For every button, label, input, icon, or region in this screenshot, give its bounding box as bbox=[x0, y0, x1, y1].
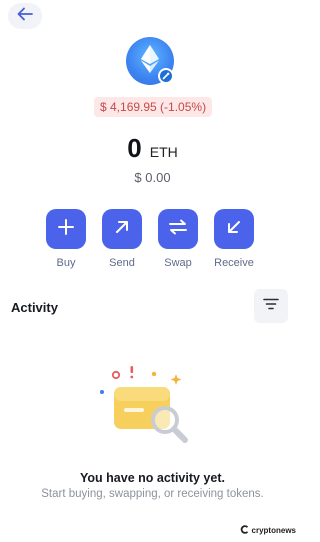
ethereum-icon bbox=[140, 44, 160, 79]
watermark: cryptonews bbox=[240, 525, 296, 536]
swap-button[interactable]: Swap bbox=[158, 209, 198, 269]
filter-button[interactable] bbox=[254, 289, 288, 323]
filter-icon bbox=[263, 297, 279, 315]
send-button-tile[interactable] bbox=[102, 209, 142, 249]
action-buttons: Buy Send Swap Receive bbox=[46, 209, 254, 269]
arrow-down-left-icon bbox=[225, 218, 243, 241]
buy-button-tile[interactable] bbox=[46, 209, 86, 249]
balance-amount: 0 bbox=[127, 133, 142, 163]
watermark-logo-icon bbox=[240, 525, 249, 536]
back-button[interactable] bbox=[8, 3, 42, 29]
token-detail-screen: $ 4,169.95 (-1.05%) 0 ETH $ 0.00 Buy Sen… bbox=[0, 0, 305, 542]
buy-button[interactable]: Buy bbox=[46, 209, 86, 269]
empty-activity-illustration bbox=[96, 362, 196, 452]
receive-button-tile[interactable] bbox=[214, 209, 254, 249]
send-button[interactable]: Send bbox=[102, 209, 142, 269]
plus-icon bbox=[57, 218, 75, 241]
network-badge-icon bbox=[158, 68, 174, 84]
watermark-text: cryptonews bbox=[251, 526, 296, 535]
swap-icon bbox=[168, 218, 188, 241]
fiat-balance: $ 0.00 bbox=[134, 170, 171, 185]
swap-label: Swap bbox=[164, 257, 192, 269]
receive-button[interactable]: Receive bbox=[214, 209, 254, 269]
buy-label: Buy bbox=[56, 257, 76, 269]
balance-symbol: ETH bbox=[149, 144, 178, 160]
price-change-badge: $ 4,169.95 (-1.05%) bbox=[94, 97, 213, 117]
swap-button-tile[interactable] bbox=[158, 209, 198, 249]
activity-heading: Activity bbox=[11, 300, 58, 315]
arrow-up-right-icon bbox=[113, 218, 131, 241]
empty-state-subtitle: Start buying, swapping, or receiving tok… bbox=[41, 488, 264, 500]
arrow-left-icon bbox=[17, 7, 33, 26]
empty-state-title: You have no activity yet. bbox=[80, 471, 225, 485]
send-label: Send bbox=[109, 257, 135, 269]
token-balance: 0 ETH bbox=[0, 133, 305, 164]
receive-label: Receive bbox=[214, 257, 254, 269]
